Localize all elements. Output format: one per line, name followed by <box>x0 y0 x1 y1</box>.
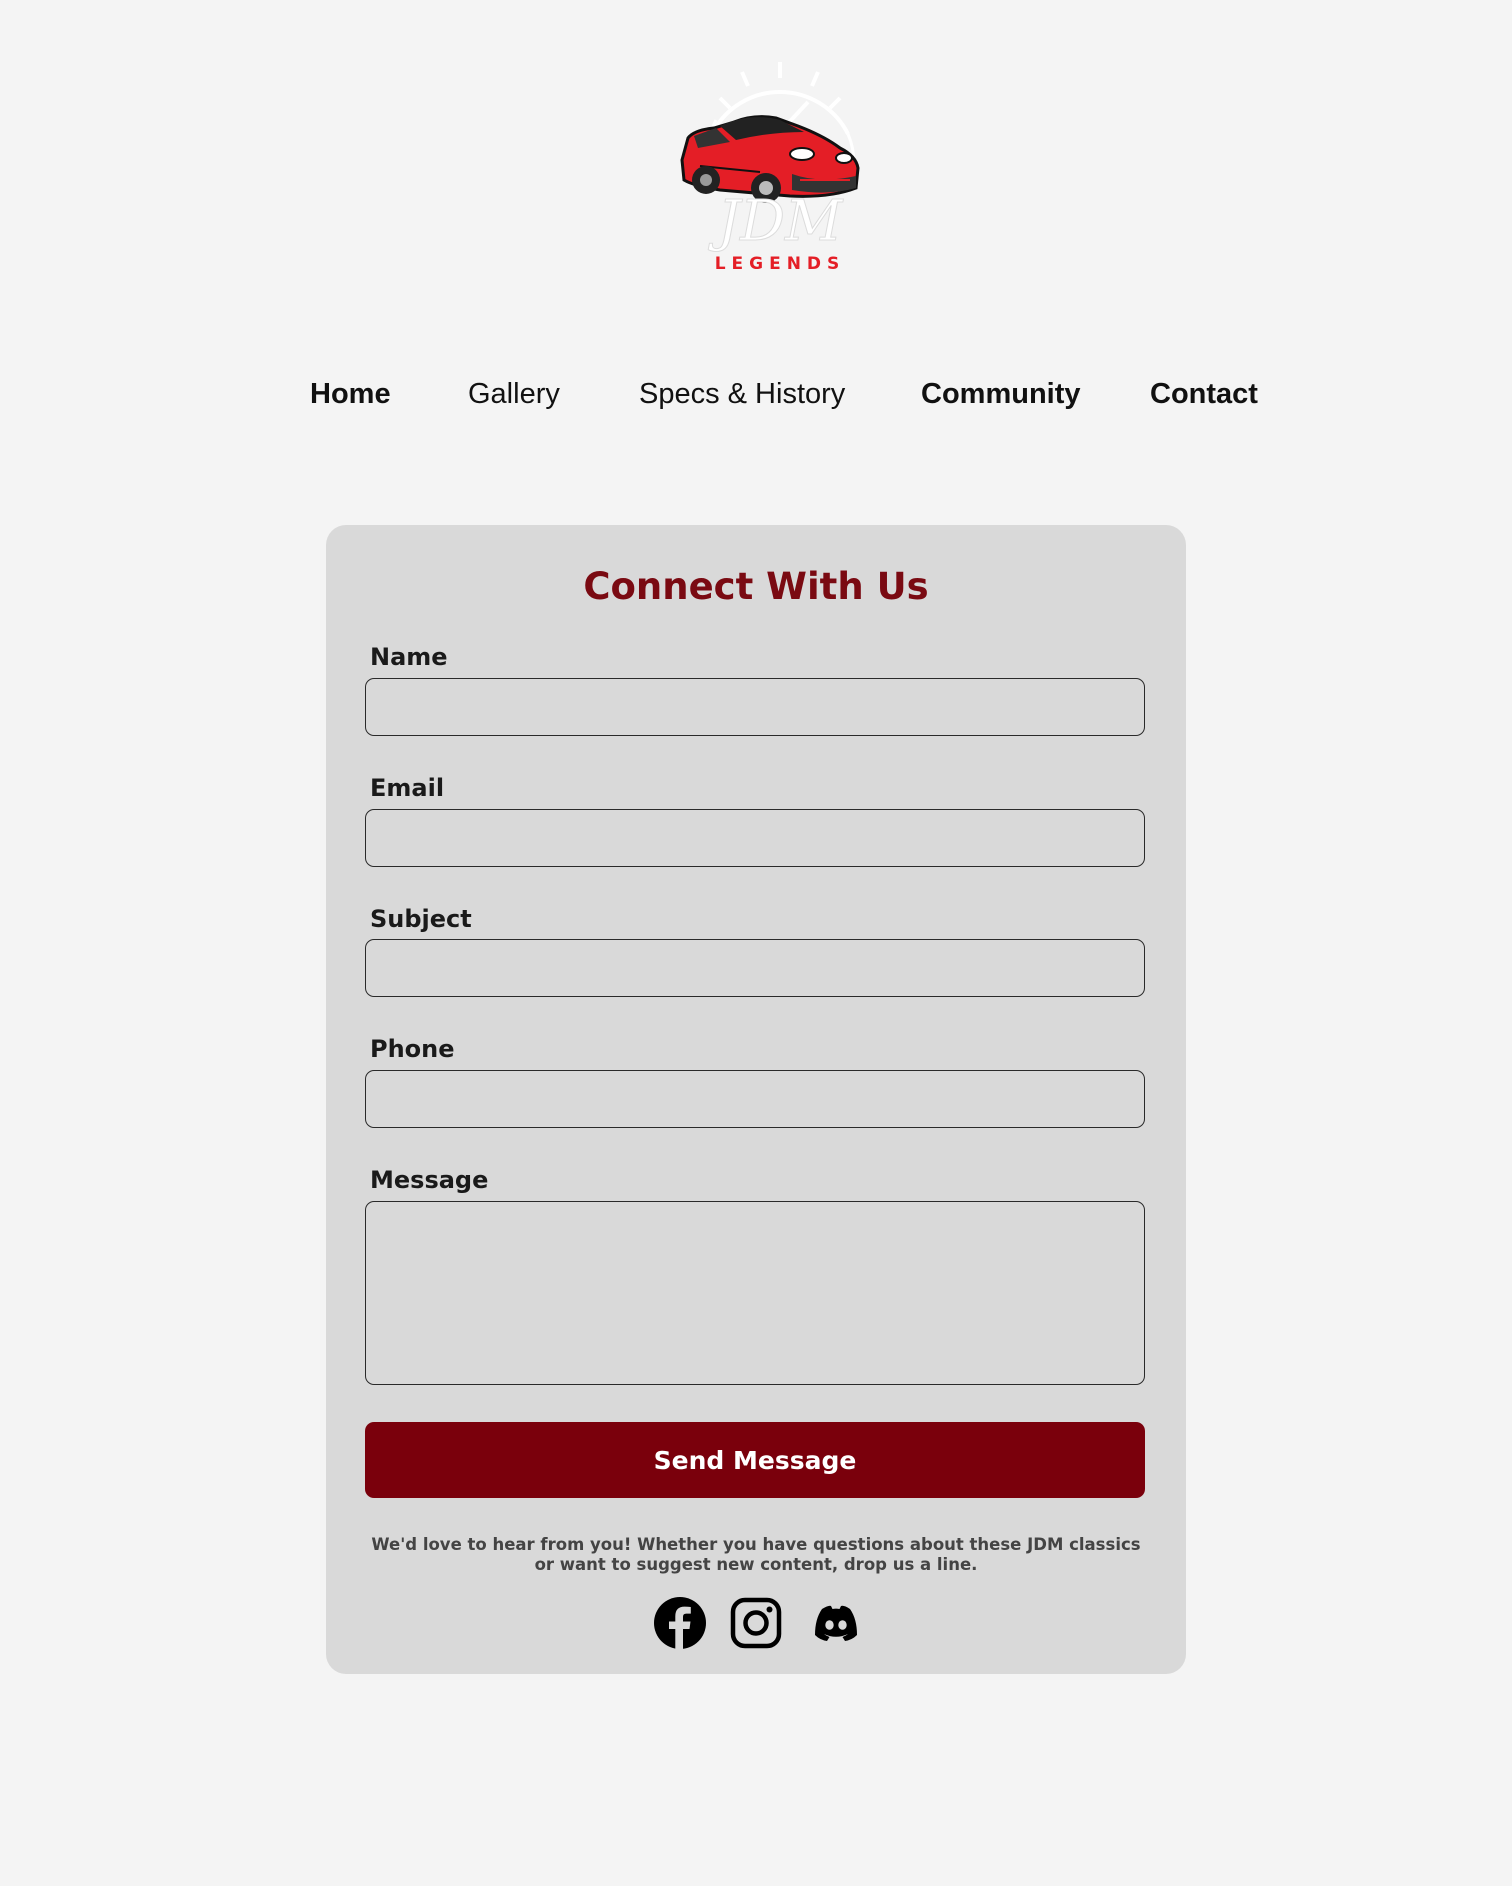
instagram-link[interactable] <box>730 1597 782 1649</box>
message-field[interactable] <box>365 1201 1145 1385</box>
logo-title: JDM <box>708 189 844 254</box>
facebook-icon <box>654 1597 706 1649</box>
name-field[interactable] <box>365 678 1145 736</box>
email-label: Email <box>370 774 445 802</box>
subject-field[interactable] <box>365 939 1145 997</box>
nav-item-community[interactable]: Community <box>921 378 1081 411</box>
phone-field[interactable] <box>365 1070 1145 1128</box>
contact-card: Connect With Us Name Email Subject Phone… <box>326 525 1186 1674</box>
contact-note: We'd love to hear from you! Whether you … <box>371 1535 1141 1574</box>
name-label: Name <box>370 643 448 671</box>
logo-subtitle: LEGENDS <box>715 254 846 274</box>
jdm-legends-car-logo: JDM LEGENDS <box>680 62 860 274</box>
nav-item-contact[interactable]: Contact <box>1150 378 1258 411</box>
subject-label: Subject <box>370 905 472 933</box>
facebook-link[interactable] <box>654 1597 706 1649</box>
message-label: Message <box>370 1166 489 1194</box>
email-field[interactable] <box>365 809 1145 867</box>
nav-item-home[interactable]: Home <box>310 378 391 411</box>
nav-item-gallery[interactable]: Gallery <box>468 378 560 411</box>
contact-form-title: Connect With Us <box>583 565 929 608</box>
site-logo[interactable]: JDM LEGENDS <box>680 62 880 282</box>
discord-link[interactable] <box>810 1597 862 1649</box>
instagram-icon <box>730 1597 782 1649</box>
phone-label: Phone <box>370 1035 455 1063</box>
main-nav: Home Gallery Specs & History Community C… <box>0 378 1512 424</box>
discord-icon <box>815 1605 857 1641</box>
nav-item-specs-history[interactable]: Specs & History <box>639 378 845 411</box>
send-message-button[interactable]: Send Message <box>365 1422 1145 1498</box>
